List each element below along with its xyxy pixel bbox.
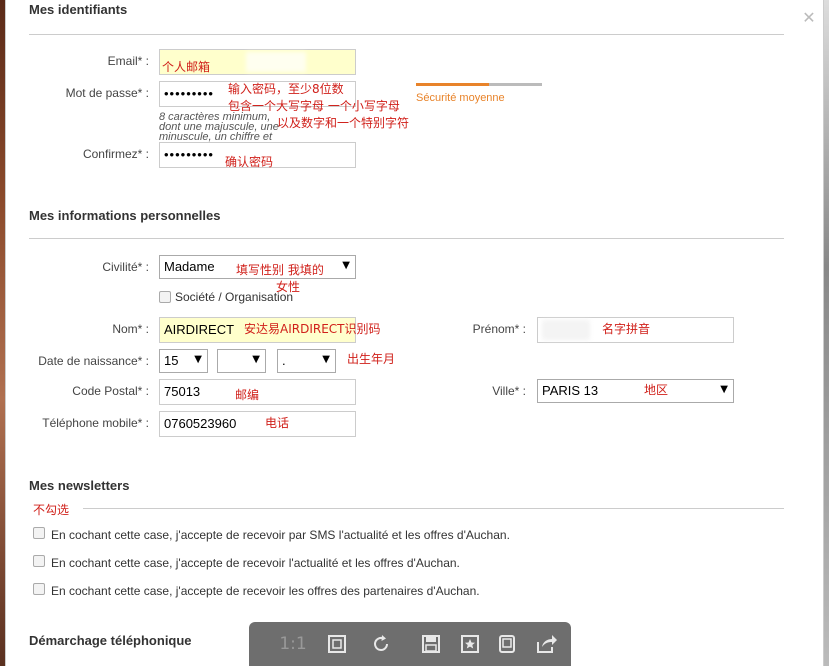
birth-label: Date de naissance* : xyxy=(38,354,149,368)
birth-year-value: . xyxy=(282,353,286,368)
newsletter-sms-checkbox[interactable] xyxy=(33,527,45,539)
confirm-label: Confirmez* : xyxy=(82,147,149,161)
actual-size-button[interactable]: 1:1 xyxy=(277,632,309,656)
prenom-annotation: 名字拼音 xyxy=(602,322,651,336)
divider xyxy=(29,34,784,35)
newsletter-partners-label: En cochant cette case, j'accepte de rece… xyxy=(51,584,480,598)
divider xyxy=(83,508,784,509)
save-icon[interactable] xyxy=(419,632,443,656)
nom-label: Nom* : xyxy=(112,322,149,336)
ville-annotation: 地区 xyxy=(644,383,669,397)
password-strength-meter xyxy=(416,83,542,86)
ville-select[interactable]: PARIS 13 ▼ xyxy=(537,379,734,403)
civility-label: Civilité* : xyxy=(102,260,149,274)
dropdown-arrow-icon: ▼ xyxy=(342,260,350,271)
slideshow-icon[interactable] xyxy=(495,632,519,656)
newsletter-email-checkbox[interactable] xyxy=(33,555,45,567)
section-title-identifiers: Mes identifiants xyxy=(29,2,128,17)
ville-label: Ville* : xyxy=(492,384,526,398)
phone-annotation: 电话 xyxy=(265,416,290,430)
birth-day-select[interactable]: 15 ▼ xyxy=(159,349,208,373)
dropdown-arrow-icon: ▼ xyxy=(720,384,728,395)
birth-month-select[interactable]: ▼ xyxy=(217,349,266,373)
postal-annotation: 邮编 xyxy=(235,388,260,402)
divider xyxy=(29,238,784,239)
confirm-annotation: 确认密码 xyxy=(225,155,274,169)
password-annotation-3: 以及数字和一个特别字符 xyxy=(277,116,410,130)
phone-field[interactable]: 0760523960 xyxy=(159,411,356,437)
civility-value: Madame xyxy=(164,259,215,274)
section-title-personal: Mes informations personnelles xyxy=(29,208,221,223)
civility-annotation-1: 填写性别 我填的 xyxy=(236,263,324,277)
birth-day-value: 15 xyxy=(164,353,179,368)
newsletter-partners-checkbox[interactable] xyxy=(33,583,45,595)
company-checkbox[interactable] xyxy=(159,291,171,303)
password-strength-fill xyxy=(416,83,490,86)
registration-modal: ✕ Mes identifiants Email* : 个人邮箱 Mot de … xyxy=(5,0,824,666)
phone-label: Téléphone mobile* : xyxy=(42,416,149,430)
close-icon[interactable]: ✕ xyxy=(801,10,817,26)
viewer-toolbar: 1:1 xyxy=(249,622,571,666)
nom-annotation: 安达易AIRDIRECT识别码 xyxy=(244,322,381,336)
newsletter-email-label: En cochant cette case, j'accepte de rece… xyxy=(51,556,460,570)
dropdown-arrow-icon: ▼ xyxy=(194,354,202,365)
fit-icon[interactable] xyxy=(325,632,349,656)
ville-value: PARIS 13 xyxy=(542,383,599,398)
background-right-edge xyxy=(824,0,829,666)
rotate-icon[interactable] xyxy=(369,632,393,656)
redacted-prenom xyxy=(542,320,590,340)
newsletter-sms-label: En cochant cette case, j'accepte de rece… xyxy=(51,528,510,542)
password-strength-label: Sécurité moyenne xyxy=(416,92,505,104)
company-label: Société / Organisation xyxy=(175,290,294,304)
section-title-phone-canvassing: Démarchage téléphonique xyxy=(29,633,192,648)
dropdown-arrow-icon: ▼ xyxy=(252,354,260,365)
password-hint-3: minuscule, un chiffre et xyxy=(159,131,273,143)
section-title-newsletters: Mes newsletters xyxy=(29,478,130,493)
postal-label: Code Postal* : xyxy=(72,384,149,398)
favorite-icon[interactable] xyxy=(458,632,482,656)
birth-year-select[interactable]: . ▼ xyxy=(277,349,336,373)
birth-annotation: 出生年月 xyxy=(347,352,396,366)
dropdown-arrow-icon: ▼ xyxy=(322,354,330,365)
password-annotation-1: 输入密码，至少8位数 xyxy=(228,82,344,96)
password-label: Mot de passe* : xyxy=(65,86,149,100)
newsletters-annotation: 不勾选 xyxy=(33,503,70,517)
prenom-label: Prénom* : xyxy=(472,322,526,336)
share-icon[interactable] xyxy=(535,632,559,656)
redacted-email xyxy=(246,52,306,72)
email-annotation: 个人邮箱 xyxy=(162,60,211,74)
email-label: Email* : xyxy=(107,54,149,68)
